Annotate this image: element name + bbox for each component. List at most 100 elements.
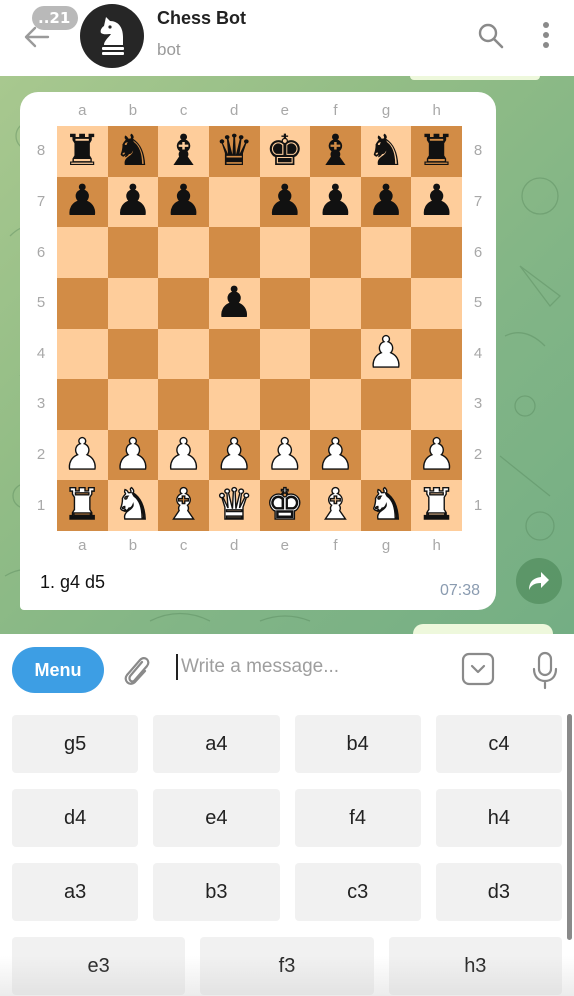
square-h2: ♟: [411, 429, 462, 481]
square-h8: ♜: [411, 126, 462, 177]
square-b8: ♞: [107, 125, 159, 177]
file-label-bottom: e: [280, 537, 289, 554]
square-g1: ♞: [360, 480, 412, 531]
white-pawn-icon: ♟: [417, 429, 457, 480]
square-f5: [310, 277, 361, 329]
keyboard-button-c3[interactable]: c3: [294, 863, 421, 921]
keyboard-scrollbar[interactable]: [567, 714, 572, 940]
black-king-icon: ♚: [265, 125, 305, 176]
keyboard-button-a3[interactable]: a3: [12, 863, 139, 921]
keyboard-button-c4[interactable]: c4: [435, 715, 562, 773]
white-rook-icon: ♜: [417, 480, 457, 531]
keyboard-button-f4[interactable]: f4: [294, 789, 421, 847]
black-pawn-icon: ♟: [113, 176, 153, 227]
file-label-bottom: g: [381, 537, 391, 554]
square-e8: ♚: [259, 125, 311, 177]
keyboard-button-a4[interactable]: a4: [153, 715, 280, 773]
square-g6: [360, 227, 412, 278]
rank-label-right: 3: [473, 395, 483, 413]
rank-label-right: 6: [473, 243, 483, 261]
square-e7: ♟: [259, 176, 311, 228]
black-queen-icon: ♛: [214, 125, 254, 176]
square-d8: ♛: [208, 125, 260, 177]
white-bishop-icon: ♝: [164, 480, 204, 531]
square-d2: ♟: [208, 429, 260, 481]
file-label-top: h: [432, 102, 441, 119]
white-rook-icon: ♜: [62, 480, 102, 531]
square-d1: ♛: [208, 480, 260, 531]
file-label-top: f: [333, 102, 338, 119]
square-f6: [310, 227, 361, 278]
keyboard-button-b4[interactable]: b4: [294, 715, 421, 773]
square-a4: [57, 328, 108, 380]
white-pawn-icon: ♟: [62, 429, 102, 480]
square-h7: ♟: [411, 176, 462, 228]
rank-label-left: 7: [36, 192, 46, 210]
file-label-top: a: [78, 102, 87, 119]
square-b1: ♞: [107, 480, 159, 531]
voice-record-button[interactable]: [530, 650, 560, 690]
rank-label-right: 5: [473, 294, 483, 312]
message-input[interactable]: [181, 650, 441, 684]
keyboard-button-e3[interactable]: e3: [12, 937, 186, 995]
square-f3: [310, 379, 361, 430]
file-label-bottom: a: [78, 537, 87, 554]
paperclip-icon: [124, 657, 150, 685]
file-label-bottom: b: [128, 537, 138, 554]
search-icon: [478, 23, 504, 49]
keyboard-button-d4[interactable]: d4: [12, 789, 139, 847]
square-g8: ♞: [360, 126, 412, 177]
black-pawn-icon: ♟: [316, 176, 355, 227]
file-label-top: b: [128, 102, 138, 119]
keyboard-button-b3[interactable]: b3: [153, 863, 280, 921]
keyboard-button-h4[interactable]: h4: [435, 789, 562, 847]
keyboard-button-f3[interactable]: f3: [200, 937, 374, 995]
square-f4: [310, 328, 361, 380]
rank-label-left: 5: [36, 294, 46, 312]
menu-button[interactable]: Menu: [12, 647, 104, 693]
keyboard-button-d3[interactable]: d3: [435, 863, 562, 921]
keyboard-button-e4[interactable]: e4: [153, 789, 280, 847]
black-knight-icon: ♞: [113, 125, 153, 176]
rank-label-right: 1: [473, 496, 483, 514]
message-bubble[interactable]: ♜ ♞ ♝ ♛ ♚ ♝ ♞ ♜ ♟ ♟ ♟ ♟ ♟ ♟ ♟ ♟ ♟ ♟ ♟ ♟ ♟ ♟ ♟ ♟ ♜ ♞ ♝ ♛ ♚ ♝ ♞ ♜ aabbccd…: [20, 92, 496, 610]
keyboard-button-g5[interactable]: g5: [12, 715, 139, 773]
chat-subtitle: bot: [157, 40, 181, 59]
unread-badge: ..21: [32, 6, 79, 30]
avatar[interactable]: [80, 4, 144, 68]
search-button[interactable]: [477, 22, 505, 50]
white-knight-icon: ♞: [113, 480, 153, 531]
white-pawn-icon: ♟: [315, 429, 355, 480]
rank-label-left: 2: [36, 446, 46, 464]
white-pawn-icon: ♟: [164, 429, 204, 480]
square-c2: ♟: [158, 429, 209, 481]
chat-area[interactable]: ♜ ♞ ♝ ♛ ♚ ♝ ♞ ♜ ♟ ♟ ♟ ♟ ♟ ♟ ♟ ♟ ♟ ♟ ♟ ♟ ♟ ♟ ♟ ♟ ♜ ♞ ♝ ♛ ♚ ♝ ♞ ♜ aabbccd…: [0, 76, 574, 634]
square-h6: [411, 227, 462, 278]
attach-button[interactable]: [120, 652, 154, 688]
black-pawn-icon: ♟: [366, 176, 406, 227]
square-b2: ♟: [107, 429, 159, 481]
more-options-button[interactable]: [536, 20, 556, 52]
rank-label-left: 4: [36, 344, 46, 362]
square-a2: ♟: [57, 429, 108, 481]
square-a5: [57, 277, 108, 329]
square-a3: [57, 379, 108, 430]
file-label-bottom: h: [432, 537, 441, 554]
rank-label-left: 3: [36, 395, 46, 413]
rank-label-right: 8: [473, 142, 483, 160]
moves-text: 1. g4 d5: [40, 572, 106, 592]
square-b5: [107, 277, 159, 329]
square-g2: [360, 429, 412, 481]
square-d3: [208, 379, 260, 430]
keyboard-button-h3[interactable]: h3: [388, 937, 562, 995]
bot-keyboard-toggle[interactable]: [461, 652, 495, 686]
white-queen-icon: ♛: [214, 480, 254, 531]
square-a8: ♜: [57, 126, 108, 177]
chessboard: ♜ ♞ ♝ ♛ ♚ ♝ ♞ ♜ ♟ ♟ ♟ ♟ ♟ ♟ ♟ ♟ ♟ ♟ ♟ ♟ ♟ ♟ ♟ ♟ ♜ ♞ ♝ ♛ ♚ ♝ ♞ ♜: [57, 126, 462, 531]
file-label-bottom: c: [179, 537, 188, 554]
square-f8: ♝: [310, 126, 361, 177]
forward-button[interactable]: [516, 558, 562, 604]
square-f7: ♟: [310, 176, 361, 228]
black-pawn-icon: ♟: [417, 176, 456, 227]
square-c3: [158, 379, 209, 430]
